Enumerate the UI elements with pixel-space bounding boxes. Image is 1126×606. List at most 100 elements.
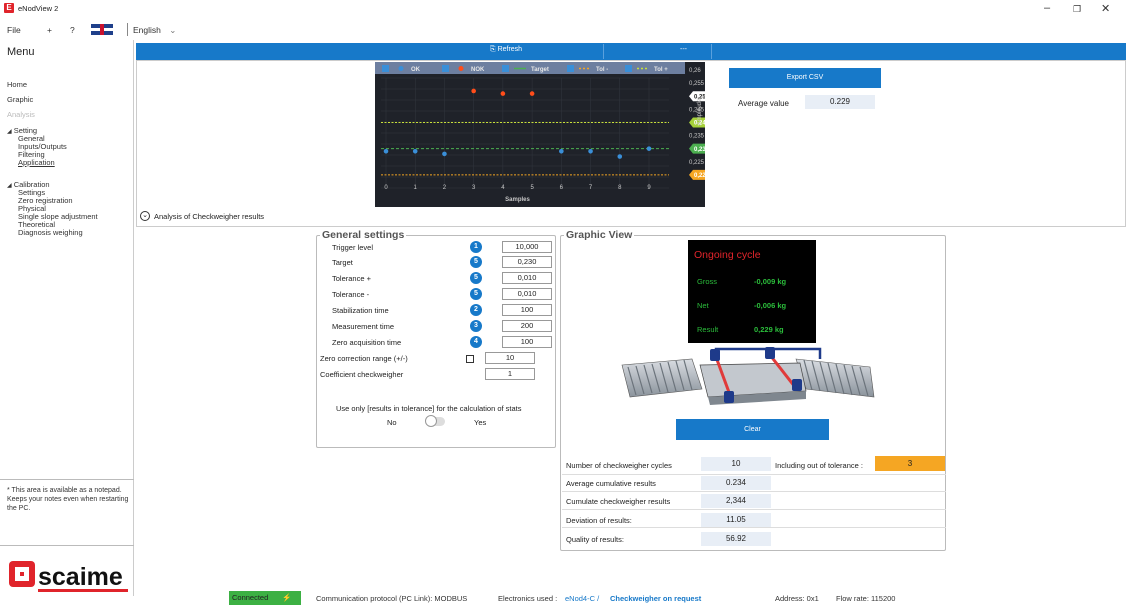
connection-status: Connected ⚡ xyxy=(229,591,301,605)
ok-point xyxy=(383,148,389,154)
refresh-button[interactable]: ⎘ Refresh xyxy=(490,46,522,54)
gross-value: -0,009 kg xyxy=(754,277,787,286)
electronics-value: eNod4-C / xyxy=(565,594,600,603)
nok-point xyxy=(471,88,476,94)
value-badge-label: 0,22 xyxy=(694,173,705,179)
status-indicator: --- xyxy=(680,46,687,53)
uk-flag-icon xyxy=(91,24,113,35)
quality-value: 56.92 xyxy=(701,532,771,546)
window-title: eNodView 2 xyxy=(18,4,59,13)
svg-text:scaime: scaime xyxy=(38,563,123,591)
cycles-label: Number of checkweigher cycles xyxy=(566,461,672,470)
divider xyxy=(0,479,134,480)
language-label: English xyxy=(133,25,161,35)
cumulate-value: 2,344 xyxy=(701,494,771,508)
legend-label: Tol - xyxy=(596,67,608,73)
y-tick-label: 0,255 xyxy=(689,81,705,87)
chevron-down-icon: ⌄ xyxy=(169,25,177,35)
average-value: 0.229 xyxy=(805,95,875,109)
legend-label: Tol + xyxy=(654,67,668,73)
out-of-tolerance-value: 3 xyxy=(875,456,945,471)
info-badge-icon[interactable]: 4 xyxy=(470,336,482,348)
info-badge-icon[interactable]: 5 xyxy=(470,272,482,284)
sidebar-item-application[interactable]: Application xyxy=(18,158,55,167)
avg-cumulative-label: Average cumulative results xyxy=(566,479,656,488)
notepad-area[interactable]: * This area is available as a notepad. K… xyxy=(7,486,129,513)
menu-help[interactable]: ? xyxy=(70,25,75,35)
ok-point xyxy=(617,154,623,159)
setting-input[interactable]: 10,000 xyxy=(502,241,552,253)
legend-checkbox xyxy=(502,65,509,72)
minimize-icon[interactable]: – xyxy=(1044,2,1050,14)
ongoing-cycle-title: Ongoing cycle xyxy=(694,249,761,261)
legend-checkbox xyxy=(442,65,449,72)
language-select[interactable]: English ⌄ xyxy=(133,25,176,36)
toggle-knob[interactable] xyxy=(425,415,437,427)
avg-cumulative-value: 0.234 xyxy=(701,476,771,490)
expand-icon: ◢ xyxy=(7,129,12,135)
setting-label: Target xyxy=(332,258,353,267)
setting-input[interactable]: 100 xyxy=(502,304,552,316)
setting-label: Zero acquisition time xyxy=(332,338,402,347)
address-text: Address: 0x1 xyxy=(775,594,819,603)
info-badge-icon[interactable]: 5 xyxy=(470,288,482,300)
clear-button[interactable]: Clear xyxy=(676,419,829,440)
out-of-tolerance-label: Including out of tolerance : xyxy=(775,461,863,470)
result-value: 0,229 kg xyxy=(754,325,784,334)
menu-add[interactable]: + xyxy=(47,25,52,35)
gross-label: Gross xyxy=(697,277,718,286)
close-icon[interactable]: ✕ xyxy=(1101,2,1110,15)
export-csv-button[interactable]: Export CSV xyxy=(729,68,881,88)
menu-file[interactable]: File xyxy=(7,25,21,35)
y-axis-label: Amplitude xyxy=(697,98,703,125)
chart-legend: OK NOK Target Tol - Tol + xyxy=(375,62,685,74)
info-badge-icon[interactable]: 2 xyxy=(470,304,482,316)
zero-correction-input[interactable]: 10 xyxy=(485,352,535,364)
checkweigher-link[interactable]: Checkweigher on request xyxy=(610,594,701,603)
sidebar-item-diagnosis[interactable]: Diagnosis weighing xyxy=(18,228,83,237)
general-settings-title: General settings xyxy=(320,229,407,241)
toolbar-divider xyxy=(711,44,712,59)
checkweigher-chart: OK NOK Target Tol - Tol + 0,260,2550,2450,23… xyxy=(375,62,705,207)
collapse-icon[interactable]: ⌄ xyxy=(140,211,150,221)
title-bar xyxy=(0,0,1126,18)
cycles-value: 10 xyxy=(701,457,771,471)
app-logo-icon: E xyxy=(4,3,14,13)
coefficient-label: Coefficient checkweigher xyxy=(320,370,404,379)
y-tick-label: 0,26 xyxy=(689,68,701,74)
flow-rate-text: Flow rate: 115200 xyxy=(836,594,896,603)
setting-input[interactable]: 100 xyxy=(502,336,552,348)
zero-correction-label: Zero correction range (+/-) xyxy=(320,354,408,363)
setting-input[interactable]: 200 xyxy=(502,320,552,332)
sidebar-item-home[interactable]: Home xyxy=(7,80,27,89)
coefficient-input[interactable]: 1 xyxy=(485,368,535,380)
average-value-label: Average value xyxy=(738,99,789,108)
info-badge-icon[interactable]: 1 xyxy=(470,241,482,253)
legend-marker xyxy=(458,66,464,71)
checkweigher-machine-illustration xyxy=(621,347,875,405)
toolbar-divider xyxy=(603,44,604,59)
info-badge-icon[interactable]: 5 xyxy=(470,256,482,268)
maximize-icon[interactable]: ❐ xyxy=(1073,4,1081,15)
sidebar-item-graphic[interactable]: Graphic xyxy=(7,95,33,104)
legend-checkbox xyxy=(567,65,574,72)
ok-point xyxy=(412,148,418,154)
sidebar-item-analysis[interactable]: Analysis xyxy=(7,110,35,119)
analysis-section-label[interactable]: Analysis of Checkweigher results xyxy=(154,212,264,221)
legend-checkbox xyxy=(382,65,389,72)
setting-label: Tolerance + xyxy=(332,274,371,283)
zero-correction-checkbox[interactable] xyxy=(466,355,474,363)
legend-label: NOK xyxy=(471,67,485,73)
setting-input[interactable]: 0,230 xyxy=(502,256,552,268)
expand-icon: ◢ xyxy=(7,183,12,189)
use-only-text: Use only [results in tolerance] for the … xyxy=(336,404,522,413)
refresh-icon: ⎘ xyxy=(490,46,496,53)
menu-title: Menu xyxy=(7,46,35,58)
value-badge-label: 0,23 xyxy=(694,147,705,153)
setting-input[interactable]: 0,010 xyxy=(502,288,552,300)
setting-label: Stabilization time xyxy=(332,306,389,315)
info-badge-icon[interactable]: 3 xyxy=(470,320,482,332)
setting-input[interactable]: 0,010 xyxy=(502,272,552,284)
net-label: Net xyxy=(697,301,709,310)
ok-point xyxy=(588,148,593,154)
